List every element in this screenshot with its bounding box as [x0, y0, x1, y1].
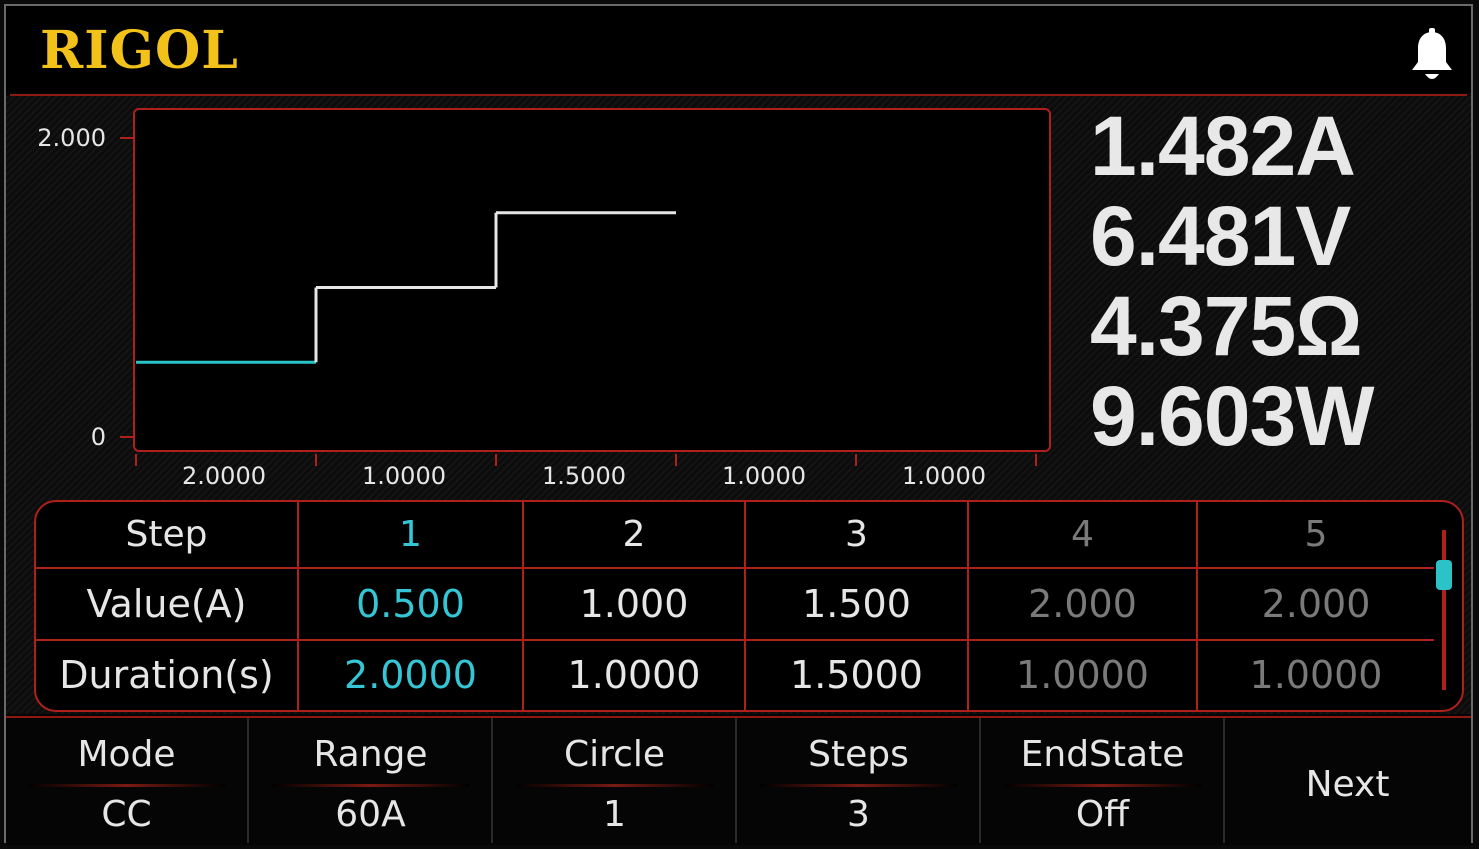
circle-value: 1	[603, 794, 626, 835]
step-5-value-cell[interactable]: 2.000	[1197, 567, 1434, 641]
endstate-softkey[interactable]: EndState Off	[982, 718, 1225, 843]
list-step-table: Step 1 2 3 4 5 Value(A) 0.500 1.000 1.50…	[34, 500, 1464, 712]
step-4-duration-cell[interactable]: 1.0000	[968, 639, 1198, 710]
bell-icon[interactable]	[1408, 28, 1456, 84]
next-label: Next	[1305, 764, 1390, 805]
range-softkey[interactable]: Range 60A	[250, 718, 493, 843]
x-tick-label: 1.0000	[902, 462, 986, 490]
mode-value: CC	[101, 794, 152, 835]
steps-softkey[interactable]: Steps 3	[738, 718, 981, 843]
mode-softkey[interactable]: Mode CC	[6, 718, 249, 843]
x-tick-label: 2.0000	[182, 462, 266, 490]
step-3-value-cell[interactable]: 1.500	[745, 567, 969, 641]
circle-label: Circle	[563, 734, 666, 775]
step-5-number[interactable]: 5	[1197, 502, 1434, 569]
table-row-duration: Duration(s) 2.0000 1.0000 1.5000 1.0000 …	[36, 639, 1434, 710]
step-1-number[interactable]: 1	[298, 502, 524, 569]
step-2-value-cell[interactable]: 1.000	[523, 567, 746, 641]
menu-separator	[516, 784, 713, 787]
row-label-step: Step	[36, 502, 299, 569]
menu-separator	[272, 784, 469, 787]
step-5-duration-cell[interactable]: 1.0000	[1197, 640, 1434, 710]
step-3-duration-cell[interactable]: 1.5000	[745, 639, 969, 710]
range-value: 60A	[335, 794, 406, 835]
table-scrollbar-thumb[interactable]	[1436, 560, 1452, 590]
softkey-menu-bar: Mode CC Range 60A Circle 1 Steps 3 EndSt…	[6, 716, 1471, 845]
step-4-value-cell[interactable]: 2.000	[968, 567, 1198, 641]
x-tick-label: 1.0000	[362, 462, 446, 490]
measured-voltage: 6.481V	[1090, 189, 1351, 283]
range-label: Range	[313, 734, 428, 775]
step-2-number[interactable]: 2	[523, 502, 746, 569]
endstate-value: Off	[1075, 794, 1130, 835]
measured-current: 1.482A	[1090, 99, 1356, 193]
y-tick-label: 2.000	[37, 124, 106, 152]
x-tick-label: 1.0000	[722, 462, 806, 490]
measured-resistance: 4.375Ω	[1090, 279, 1363, 373]
step-1-duration-cell[interactable]: 2.0000	[298, 639, 524, 710]
endstate-label: EndState	[1020, 734, 1185, 775]
table-row-step: Step 1 2 3 4 5	[36, 502, 1434, 569]
table-scrollbar-track[interactable]	[1442, 530, 1446, 690]
circle-softkey[interactable]: Circle 1	[494, 718, 737, 843]
measured-power: 9.603W	[1090, 369, 1375, 463]
steps-label: Steps	[808, 734, 909, 775]
mode-label: Mode	[77, 734, 176, 775]
menu-separator	[28, 784, 225, 787]
next-softkey[interactable]: Next	[1226, 718, 1469, 843]
menu-separator	[1004, 784, 1201, 787]
step-3-number[interactable]: 3	[745, 502, 969, 569]
row-label-duration: Duration(s)	[36, 639, 299, 710]
row-label-value: Value(A)	[36, 567, 299, 641]
step-4-number[interactable]: 4	[968, 502, 1198, 569]
step-2-duration-cell[interactable]: 1.0000	[523, 639, 746, 710]
menu-separator	[760, 784, 957, 787]
table-row-value: Value(A) 0.500 1.000 1.500 2.000 2.000	[36, 567, 1434, 641]
steps-value: 3	[847, 794, 870, 835]
step-1-value-cell[interactable]: 0.500	[298, 567, 524, 641]
x-tick-label: 1.5000	[542, 462, 626, 490]
y-tick-label: 0	[91, 423, 106, 451]
waveform-chart: 2.00002.0000 1.0000 1.5000 1.0000 1.0000	[37, 124, 1037, 490]
